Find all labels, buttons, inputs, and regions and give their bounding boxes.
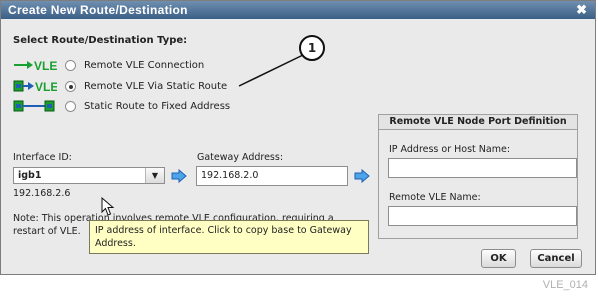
- static-route-vle-icon: VLE: [13, 80, 57, 93]
- radio-row-static-route-fixed[interactable]: Static Route to Fixed Address: [13, 98, 230, 114]
- remote-vle-name-label: Remote VLE Name:: [389, 192, 481, 203]
- callout-leader-line: [238, 54, 304, 87]
- interface-tooltip: IP address of interface. Click to copy b…: [89, 220, 369, 254]
- interface-id-label: Interface ID:: [13, 152, 72, 163]
- mouse-cursor-icon: [101, 197, 115, 216]
- svg-text:VLE: VLE: [35, 80, 57, 93]
- radio-label-remote-vle: Remote VLE Connection: [84, 59, 205, 71]
- gateway-address-input[interactable]: 192.168.2.0: [196, 166, 348, 186]
- svg-text:VLE: VLE: [34, 59, 57, 72]
- copy-arrow-icon[interactable]: [354, 169, 370, 183]
- radio-remote-vle[interactable]: [65, 59, 76, 71]
- remote-vle-name-input[interactable]: [388, 206, 577, 226]
- route-type-label: Select Route/Destination Type:: [13, 35, 188, 46]
- node-port-definition-group: Remote VLE Node Port Definition IP Addre…: [378, 114, 578, 239]
- dialog-title: Create New Route/Destination: [8, 3, 188, 17]
- chevron-down-icon[interactable]: ▼: [145, 168, 164, 183]
- gateway-address-value: 192.168.2.0: [201, 170, 259, 181]
- interface-id-select[interactable]: igb1 ▼: [13, 167, 165, 184]
- static-route-fixed-icon: [13, 100, 55, 112]
- radio-row-static-route-vle[interactable]: VLE Remote VLE Via Static Route: [13, 78, 227, 94]
- radio-static-route-vle[interactable]: [65, 80, 76, 92]
- interface-id-value: igb1: [18, 170, 42, 181]
- gateway-address-label: Gateway Address:: [197, 152, 284, 163]
- copy-arrow-icon[interactable]: [171, 169, 187, 183]
- ip-host-input[interactable]: [388, 158, 577, 178]
- radio-row-remote-vle[interactable]: VLE Remote VLE Connection: [13, 57, 204, 73]
- close-icon[interactable]: ✖: [576, 2, 587, 18]
- callout-number: 1: [299, 35, 325, 61]
- ip-host-label: IP Address or Host Name:: [389, 144, 511, 155]
- radio-label-static-route-vle: Remote VLE Via Static Route: [84, 80, 228, 92]
- radio-label-static-route-fixed: Static Route to Fixed Address: [84, 100, 231, 112]
- cancel-button[interactable]: Cancel: [530, 249, 582, 268]
- interface-address[interactable]: 192.168.2.6: [13, 188, 70, 199]
- node-port-definition-title: Remote VLE Node Port Definition: [379, 115, 577, 130]
- figure-caption: VLE_014: [542, 279, 588, 291]
- create-route-dialog: Create New Route/Destination ✖ Select Ro…: [0, 0, 596, 275]
- radio-static-route-fixed[interactable]: [65, 100, 76, 112]
- ok-button[interactable]: OK: [481, 249, 516, 268]
- dialog-titlebar: Create New Route/Destination ✖: [1, 1, 595, 19]
- vle-arrow-icon: VLE: [14, 59, 57, 72]
